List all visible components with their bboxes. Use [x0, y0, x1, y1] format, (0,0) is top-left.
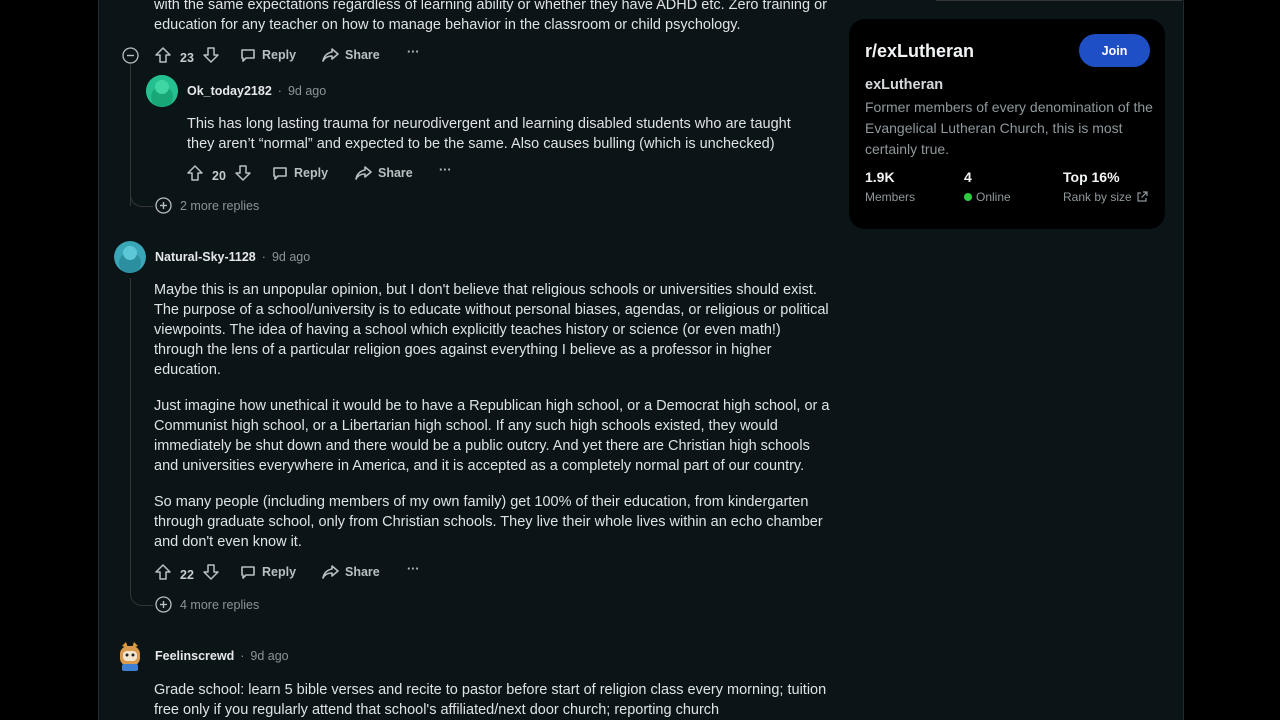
share-icon: [322, 48, 339, 62]
community-title[interactable]: r/exLutheran: [865, 41, 974, 62]
rank-value: Top 16%: [1063, 169, 1120, 185]
expand-icon: [155, 197, 172, 214]
vote-count: 22: [180, 567, 194, 582]
collapse-icon[interactable]: [122, 47, 139, 69]
timestamp[interactable]: 9d ago: [288, 84, 326, 98]
rank-link[interactable]: Rank by size: [1063, 190, 1148, 204]
upvote-icon[interactable]: [154, 46, 172, 69]
online-dot-icon: [964, 193, 972, 201]
online-label-text: Online: [976, 190, 1011, 204]
more-options-button[interactable]: ···: [407, 45, 420, 59]
separator-dot: ·: [261, 250, 266, 264]
share-button[interactable]: Share: [355, 165, 413, 181]
comment-header: Ok_today2182 · 9d ago: [187, 84, 326, 98]
more-replies-link[interactable]: 2 more replies: [155, 197, 259, 214]
page: with the same expectations regardless of…: [0, 0, 1280, 720]
upvote-icon[interactable]: [186, 164, 204, 187]
vote-count: 20: [212, 168, 226, 183]
timestamp[interactable]: 9d ago: [250, 649, 288, 663]
vote-controls: 20: [186, 164, 252, 187]
members-label: Members: [865, 190, 915, 204]
avatar[interactable]: [114, 241, 146, 273]
username[interactable]: Feelinscrewd: [155, 649, 234, 663]
comment-header: Feelinscrewd · 9d ago: [155, 649, 289, 663]
upvote-icon[interactable]: [154, 563, 172, 586]
vote-controls: 22: [154, 563, 220, 586]
reply-label: Reply: [262, 48, 297, 62]
share-button[interactable]: Share: [322, 47, 380, 63]
members-count: 1.9K: [865, 169, 895, 185]
more-replies-label: 2 more replies: [180, 198, 260, 213]
share-label: Share: [345, 48, 380, 62]
reply-label: Reply: [294, 166, 329, 180]
downvote-icon[interactable]: [202, 563, 220, 586]
expand-icon: [155, 596, 172, 613]
reply-label: Reply: [262, 565, 297, 579]
community-name: exLutheran: [865, 77, 944, 93]
username[interactable]: Ok_today2182: [187, 84, 272, 98]
comment-paragraph: Just imagine how unethical it would be t…: [154, 398, 830, 474]
share-button[interactable]: Share: [322, 564, 380, 580]
downvote-icon[interactable]: [234, 164, 252, 187]
online-count: 4: [964, 169, 972, 185]
reply-button[interactable]: Reply: [272, 165, 328, 181]
timestamp[interactable]: 9d ago: [272, 250, 310, 264]
vote-controls: 23: [154, 46, 220, 69]
comment-paragraph: So many people (including members of my …: [154, 494, 823, 550]
community-description: Former members of every denomination of …: [865, 99, 1153, 157]
community-sidebar: r/exLutheran Join exLutheran Former memb…: [849, 19, 1165, 229]
reply-button[interactable]: Reply: [240, 47, 296, 63]
vote-count: 23: [180, 50, 194, 65]
downvote-icon[interactable]: [202, 46, 220, 69]
more-replies-label: 4 more replies: [180, 597, 260, 612]
comment-body: This has long lasting trauma for neurodi…: [187, 116, 791, 152]
share-icon: [322, 565, 339, 579]
more-options-button[interactable]: ···: [439, 163, 452, 177]
share-label: Share: [378, 166, 413, 180]
more-options-icon: ···: [407, 562, 420, 576]
avatar[interactable]: [114, 640, 146, 672]
reply-button[interactable]: Reply: [240, 564, 296, 580]
comment-body: Maybe this is an unpopular opinion, but …: [154, 280, 830, 568]
join-button[interactable]: Join: [1079, 34, 1150, 67]
separator-dot: ·: [240, 649, 245, 663]
comment-icon: [241, 49, 255, 62]
divider: [936, 0, 1182, 1]
comment-header: Natural-Sky-1128 · 9d ago: [155, 250, 310, 264]
members-label-text: Members: [865, 190, 916, 204]
more-replies-link[interactable]: 4 more replies: [155, 596, 259, 613]
username[interactable]: Natural-Sky-1128: [155, 250, 256, 264]
thread-elbow-top: [130, 150, 145, 206]
more-options-button[interactable]: ···: [407, 562, 420, 576]
share-icon: [355, 166, 372, 180]
more-options-icon: ···: [407, 45, 420, 59]
rank-label-text: Rank by size: [1063, 190, 1132, 204]
avatar[interactable]: [146, 75, 178, 107]
comment-body: Grade school: learn 5 bible verses and r…: [154, 682, 827, 718]
thread-line: [130, 278, 131, 588]
online-label: Online: [964, 190, 1011, 204]
comment-icon: [241, 566, 255, 579]
comment-paragraph: Maybe this is an unpopular opinion, but …: [154, 282, 829, 378]
comment-body: with the same expectations regardless of…: [154, 0, 827, 33]
separator-dot: ·: [277, 84, 282, 98]
comment-icon: [273, 167, 287, 180]
thread-elbow: [130, 585, 153, 606]
share-label: Share: [345, 565, 380, 579]
more-options-icon: ···: [439, 163, 452, 177]
external-link-icon: [1137, 191, 1148, 202]
